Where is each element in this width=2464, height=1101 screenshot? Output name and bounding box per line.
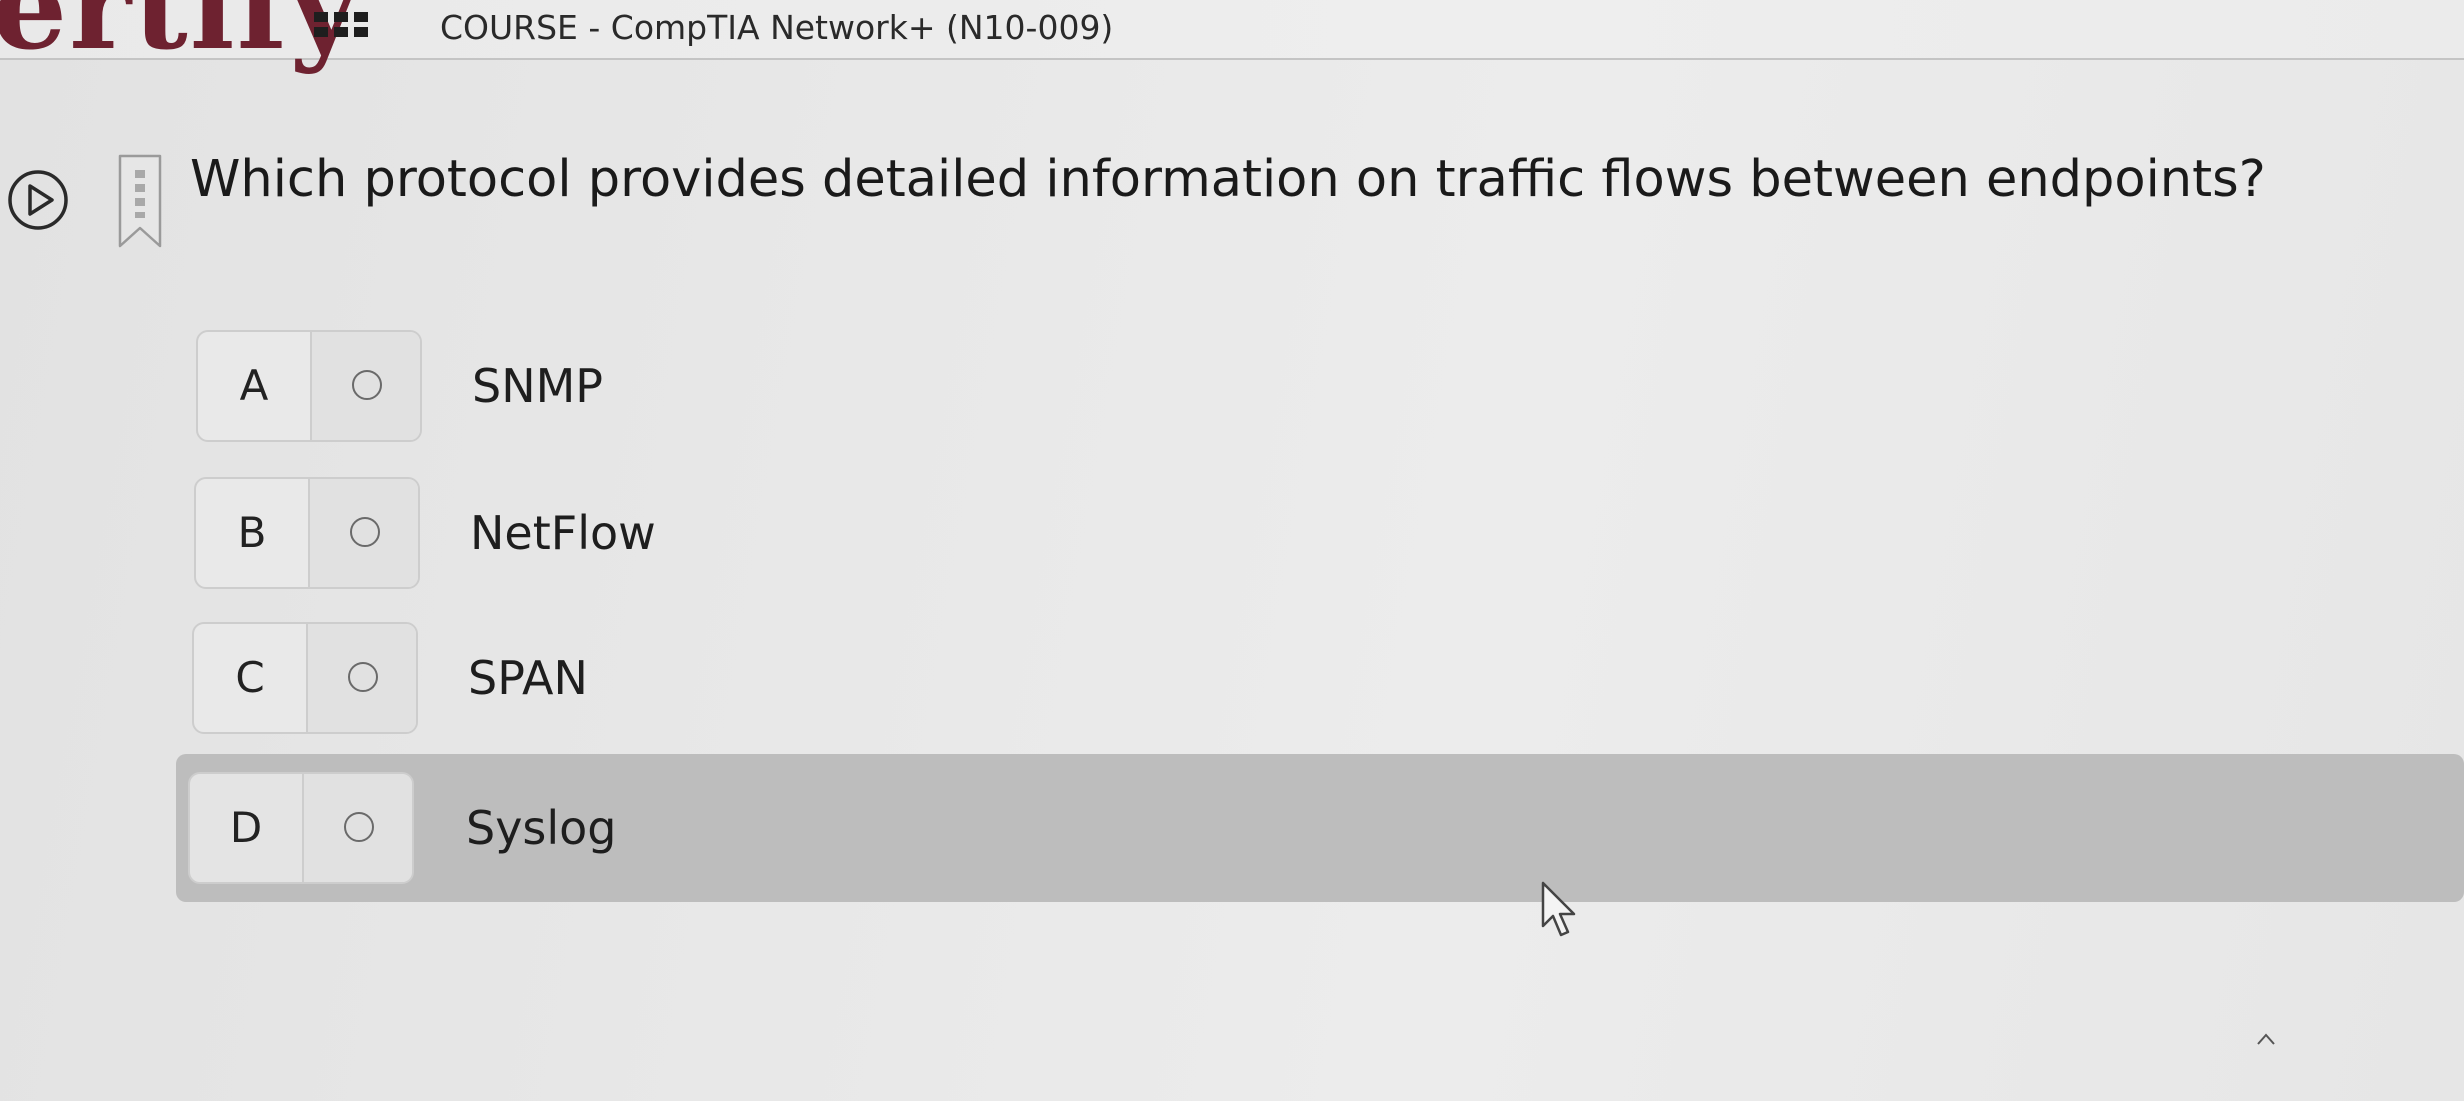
option-c-box[interactable]: C <box>192 622 418 734</box>
bookmark-icon[interactable] <box>116 152 164 250</box>
radio-cell[interactable] <box>310 332 420 440</box>
option-text[interactable]: SNMP <box>472 330 603 442</box>
option-d-box[interactable]: D <box>188 772 414 884</box>
top-header: ertify COURSE - CompTIA Network+ (N10-00… <box>0 0 2464 66</box>
radio-unselected-icon[interactable] <box>352 370 382 400</box>
brand-logo[interactable]: ertify <box>0 0 360 66</box>
radio-unselected-icon[interactable] <box>348 662 378 692</box>
radio-unselected-icon[interactable] <box>344 812 374 842</box>
option-text[interactable]: Syslog <box>466 772 617 884</box>
play-circle-icon[interactable] <box>6 168 70 232</box>
option-letter: B <box>237 508 267 557</box>
option-b[interactable]: B NetFlow <box>194 477 714 589</box>
question-text: Which protocol provides detailed informa… <box>190 150 2266 209</box>
caret-icon <box>2257 1033 2275 1045</box>
radio-unselected-icon[interactable] <box>350 517 380 547</box>
option-letter: D <box>229 803 263 852</box>
option-text[interactable]: SPAN <box>468 622 588 734</box>
option-b-box[interactable]: B <box>194 477 420 589</box>
radio-cell[interactable] <box>306 624 416 732</box>
radio-cell[interactable] <box>308 479 418 587</box>
option-letter: A <box>239 361 269 410</box>
option-letter: C <box>235 653 265 702</box>
radio-cell[interactable] <box>302 774 412 882</box>
option-text[interactable]: NetFlow <box>470 477 656 589</box>
option-c[interactable]: C SPAN <box>192 622 712 734</box>
option-d[interactable]: D Syslog <box>176 754 2464 902</box>
option-a[interactable]: A SNMP <box>196 330 716 442</box>
course-title: COURSE - CompTIA Network+ (N10-009) <box>440 8 1114 47</box>
apps-grid-icon[interactable] <box>312 12 372 38</box>
mouse-pointer-icon <box>1541 881 1576 937</box>
option-a-box[interactable]: A <box>196 330 422 442</box>
